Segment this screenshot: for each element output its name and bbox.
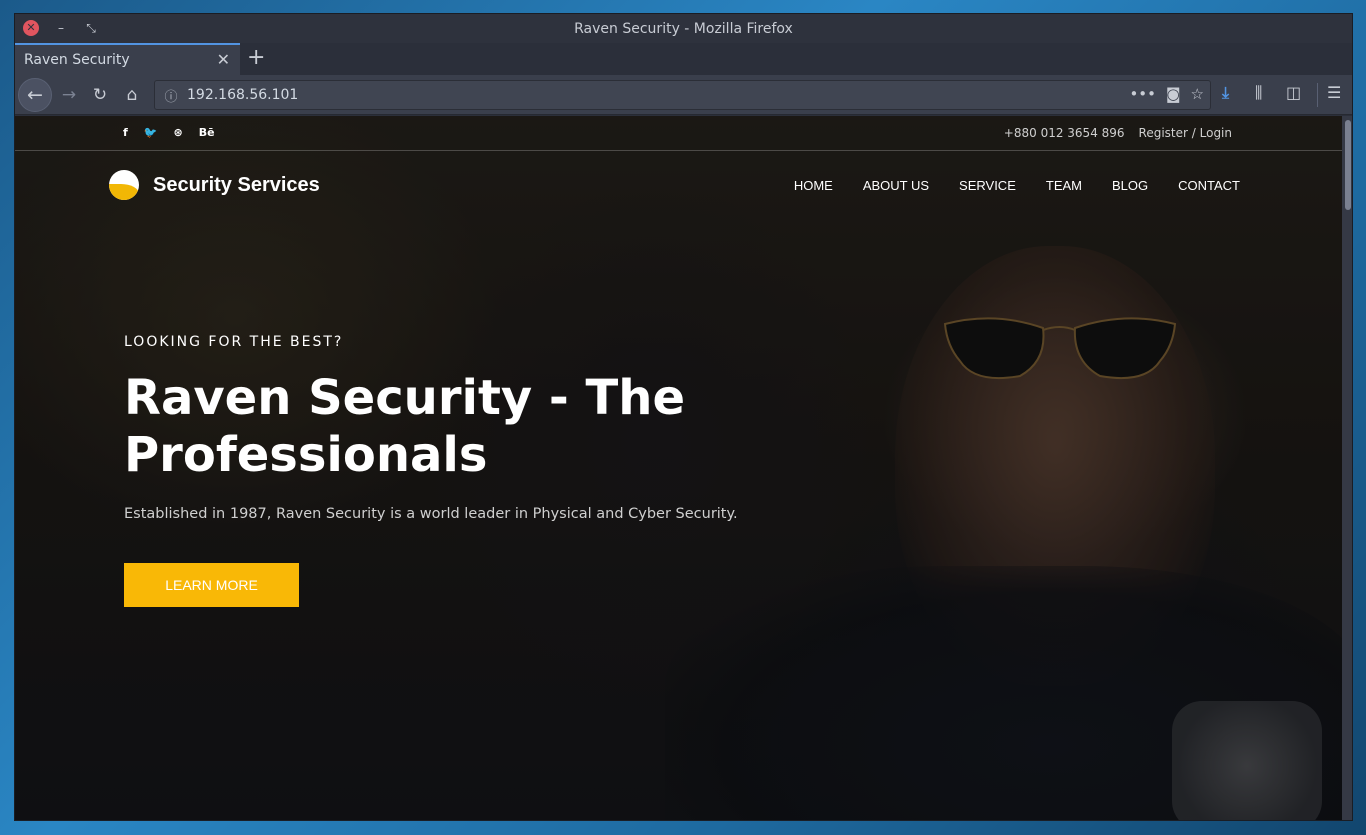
- page-scrollbar[interactable]: [1342, 116, 1352, 820]
- hamburger-menu-icon[interactable]: ☰: [1327, 83, 1341, 102]
- scrollbar-thumb[interactable]: [1345, 120, 1351, 210]
- site-top-bar: f 🐦 ⊛ Bē +880 012 3654 896 Register / Lo…: [15, 116, 1342, 151]
- url-text[interactable]: 192.168.56.101: [187, 87, 298, 103]
- behance-icon[interactable]: Bē: [199, 126, 215, 139]
- logo-mark-icon: [109, 170, 139, 200]
- download-icon[interactable]: ⤓: [1222, 83, 1229, 103]
- home-icon: ⌂: [126, 85, 138, 105]
- forward-button[interactable]: →: [55, 81, 83, 109]
- navigation-toolbar: ← → ↻ ⌂ ⓘ 192.168.56.101 ••• ◙ ☆ ⤓ ⫼ ◫ ☰: [15, 75, 1352, 115]
- window-title: Raven Security - Mozilla Firefox: [574, 20, 793, 37]
- nav-home[interactable]: HOME: [794, 178, 833, 193]
- facebook-icon[interactable]: f: [123, 126, 128, 139]
- library-icon[interactable]: ⫼: [1255, 83, 1262, 103]
- sidebar-icon[interactable]: ◫: [1286, 83, 1301, 102]
- tab-raven-security[interactable]: Raven Security ✕: [15, 43, 240, 75]
- dribbble-icon[interactable]: ⊛: [174, 126, 183, 139]
- browser-window: ✕ – ⤡ Raven Security - Mozilla Firefox R…: [14, 13, 1353, 821]
- nav-about-us[interactable]: ABOUT US: [863, 178, 929, 193]
- close-window-button[interactable]: ✕: [23, 20, 39, 36]
- info-icon[interactable]: ⓘ: [155, 86, 187, 105]
- hero-kicker: LOOKING FOR THE BEST?: [124, 334, 344, 350]
- maximize-window-button[interactable]: ⤡: [83, 21, 99, 36]
- home-button[interactable]: ⌂: [118, 81, 146, 109]
- web-page: f 🐦 ⊛ Bē +880 012 3654 896 Register / Lo…: [15, 116, 1342, 820]
- tab-close-icon[interactable]: ✕: [217, 50, 230, 69]
- nav-team[interactable]: TEAM: [1046, 178, 1082, 193]
- title-bar: ✕ – ⤡ Raven Security - Mozilla Firefox: [15, 14, 1352, 43]
- tab-bar: Raven Security ✕ +: [15, 43, 1352, 75]
- url-bar[interactable]: ⓘ 192.168.56.101 ••• ◙ ☆: [154, 80, 1211, 110]
- hero-title: Raven Security - The Professionals: [124, 370, 685, 483]
- nav-service[interactable]: SERVICE: [959, 178, 1016, 193]
- reload-button[interactable]: ↻: [86, 81, 114, 109]
- arrow-right-icon: →: [61, 85, 77, 105]
- contact-info: +880 012 3654 896 Register / Login: [1004, 126, 1232, 140]
- brand-name: Security Services: [153, 173, 320, 196]
- new-tab-button[interactable]: +: [247, 45, 265, 70]
- pocket-icon[interactable]: ◙: [1166, 85, 1181, 103]
- hero-subtitle: Established in 1987, Raven Security is a…: [124, 506, 738, 522]
- url-bar-actions: ••• ◙ ☆: [1129, 85, 1204, 103]
- main-navigation: HOME ABOUT US SERVICE TEAM BLOG CONTACT: [794, 178, 1240, 193]
- back-button[interactable]: ←: [18, 78, 52, 112]
- twitter-icon[interactable]: 🐦: [144, 126, 158, 139]
- arrow-left-icon: ←: [27, 84, 43, 106]
- site-logo[interactable]: Security Services: [109, 170, 320, 200]
- nav-contact[interactable]: CONTACT: [1178, 178, 1240, 193]
- learn-more-button[interactable]: LEARN MORE: [124, 563, 299, 607]
- window-controls: ✕ – ⤡: [23, 20, 99, 36]
- ellipsis-icon[interactable]: •••: [1129, 85, 1156, 103]
- nav-blog[interactable]: BLOG: [1112, 178, 1148, 193]
- minimize-window-button[interactable]: –: [53, 21, 69, 35]
- tab-label: Raven Security: [24, 52, 130, 68]
- toolbar-separator: [1317, 83, 1318, 107]
- register-login-link[interactable]: Register / Login: [1139, 126, 1232, 140]
- social-links: f 🐦 ⊛ Bē: [123, 126, 215, 139]
- star-icon[interactable]: ☆: [1191, 85, 1204, 103]
- reload-icon: ↻: [92, 85, 108, 105]
- phone-number: +880 012 3654 896: [1003, 126, 1125, 140]
